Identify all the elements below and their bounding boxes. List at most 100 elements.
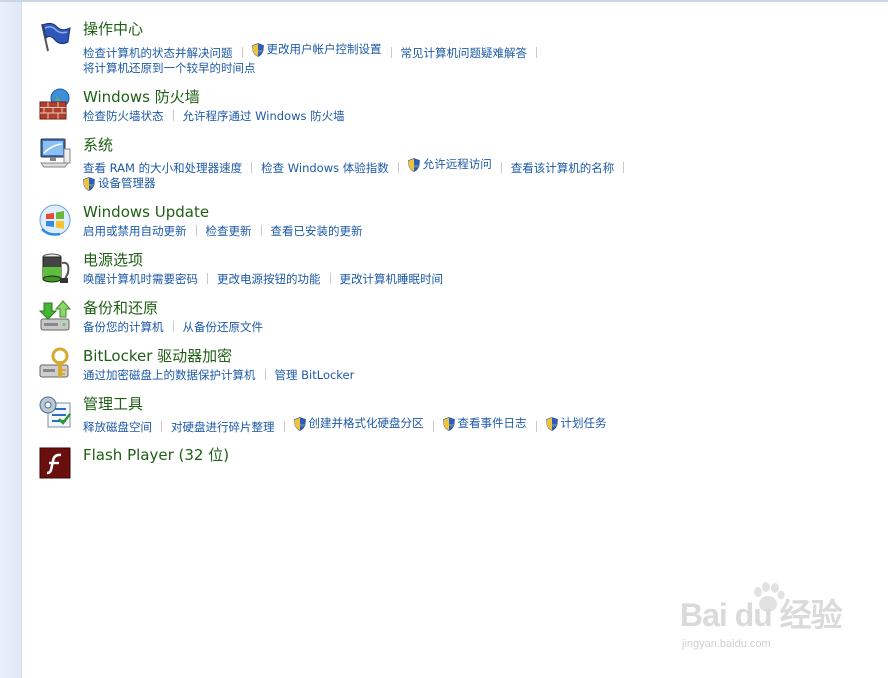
task-link-label: 创建并格式化硬盘分区 bbox=[308, 416, 424, 430]
task-link[interactable]: 更改计算机睡眠时间 bbox=[340, 272, 444, 287]
task-link-label: 更改用户帐户控制设置 bbox=[266, 42, 382, 56]
task-link[interactable]: 从备份还原文件 bbox=[183, 320, 264, 335]
section-title-firewall[interactable]: Windows 防火墙 bbox=[83, 88, 200, 106]
flag-icon[interactable] bbox=[38, 20, 72, 54]
link-row: 备份您的计算机 从备份还原文件 bbox=[83, 320, 263, 335]
link-separator bbox=[172, 321, 174, 332]
link-separator bbox=[536, 46, 537, 58]
link-row: 唤醒计算机时需要密码 更改电源按钮的功能 更改计算机睡眠时间 bbox=[83, 272, 443, 287]
section-title-bitlocker[interactable]: BitLocker 驱动器加密 bbox=[83, 347, 232, 365]
task-link-label: 通过加密磁盘上的数据保护计算机 bbox=[83, 368, 256, 382]
task-link-label: 将计算机还原到一个较早的时间点 bbox=[83, 61, 256, 75]
uac-shield-icon bbox=[293, 416, 306, 431]
task-link[interactable]: 启用或禁用自动更新 bbox=[83, 224, 187, 239]
task-link-label: 查看 RAM 的大小和处理器速度 bbox=[83, 160, 243, 175]
link-row: 检查计算机的状态并解决问题 更改用户帐户控制设置 常见计算机问题疑难解答 bbox=[83, 42, 546, 61]
task-link[interactable]: 通过加密磁盘上的数据保护计算机 bbox=[83, 368, 256, 383]
backup-restore-icon[interactable] bbox=[38, 299, 72, 333]
link-separator bbox=[172, 110, 174, 121]
link-separator bbox=[397, 161, 399, 173]
link-separator bbox=[260, 225, 262, 236]
link-row: 查看 RAM 的大小和处理器速度 检查 Windows 体验指数 允许远程访问 查看该… bbox=[83, 157, 633, 176]
left-navigation-pane bbox=[0, 2, 22, 678]
task-link-label: 更改计算机睡眠时间 bbox=[339, 272, 444, 286]
task-link[interactable]: 查看已安装的更新 bbox=[271, 224, 363, 239]
task-link[interactable]: 计划任务 bbox=[545, 416, 607, 431]
task-link[interactable]: 检查计算机的状态并解决问题 bbox=[83, 46, 233, 61]
link-row: 将计算机还原到一个较早的时间点 bbox=[83, 61, 256, 76]
section-title-admin-tools[interactable]: 管理工具 bbox=[83, 395, 143, 413]
task-link-label: 检查防火墙状态 bbox=[83, 109, 164, 123]
task-link[interactable]: 检查 Windows 体验指数 bbox=[261, 161, 389, 176]
task-link[interactable]: 管理 BitLocker bbox=[275, 368, 355, 383]
link-separator bbox=[329, 273, 331, 284]
task-link[interactable]: 检查防火墙状态 bbox=[83, 109, 164, 124]
task-link[interactable]: 检查更新 bbox=[206, 224, 252, 239]
task-link-label: 允许程序通过 Windows 防火墙 bbox=[182, 109, 345, 123]
task-link[interactable]: 对硬盘进行碎片整理 bbox=[171, 420, 275, 435]
section-title-power[interactable]: 电源选项 bbox=[83, 251, 143, 269]
task-link[interactable]: 释放磁盘空间 bbox=[83, 420, 152, 435]
task-link[interactable]: 查看该计算机的名称 bbox=[511, 161, 615, 176]
task-link[interactable]: 唤醒计算机时需要密码 bbox=[83, 272, 198, 287]
link-separator bbox=[161, 420, 162, 432]
uac-shield-icon bbox=[83, 176, 95, 191]
link-separator bbox=[390, 46, 392, 58]
task-link[interactable]: 更改用户帐户控制设置 bbox=[251, 42, 382, 57]
uac-shield-icon bbox=[407, 157, 420, 172]
task-link-label: 允许远程访问 bbox=[422, 157, 492, 171]
task-link[interactable]: 查看 RAM 的大小和处理器速度 bbox=[83, 161, 242, 176]
link-separator bbox=[623, 161, 625, 173]
system-computer-icon[interactable] bbox=[38, 136, 72, 170]
task-link-label: 释放磁盘空间 bbox=[83, 419, 152, 434]
link-separator bbox=[432, 420, 434, 432]
watermark-url: jingyan.baidu.com bbox=[682, 638, 771, 650]
section-title-system[interactable]: 系统 bbox=[83, 136, 113, 154]
task-link[interactable]: 允许远程访问 bbox=[407, 157, 492, 172]
link-separator bbox=[500, 161, 502, 173]
link-separator bbox=[535, 420, 537, 432]
section-title-windows-update[interactable]: Windows Update bbox=[83, 203, 209, 221]
section-title-flash[interactable]: Flash Player (32 位) bbox=[83, 446, 229, 464]
task-link[interactable]: 查看事件日志 bbox=[442, 416, 527, 431]
windows-update-icon[interactable] bbox=[38, 203, 72, 237]
link-separator bbox=[195, 225, 197, 236]
task-link-label: 管理 BitLocker bbox=[274, 368, 355, 382]
task-link-label: 检查计算机的状态并解决问题 bbox=[83, 45, 233, 60]
uac-shield-icon bbox=[251, 42, 264, 57]
uac-shield-icon bbox=[545, 416, 558, 431]
task-link-label: 启用或禁用自动更新 bbox=[83, 224, 187, 238]
task-link-label: 从备份还原文件 bbox=[182, 320, 264, 334]
task-link-label: 查看事件日志 bbox=[457, 416, 527, 430]
task-link-label: 唤醒计算机时需要密码 bbox=[83, 272, 198, 286]
link-row: 检查防火墙状态 允许程序通过 Windows 防火墙 bbox=[83, 109, 345, 124]
task-link[interactable]: 允许程序通过 Windows 防火墙 bbox=[183, 109, 345, 124]
link-separator bbox=[264, 369, 266, 380]
watermark-logo: Bai du 经验 bbox=[680, 597, 843, 633]
firewall-icon[interactable] bbox=[38, 88, 72, 122]
battery-power-icon[interactable] bbox=[38, 251, 72, 285]
task-link[interactable]: 常见计算机问题疑难解答 bbox=[401, 46, 528, 61]
link-separator bbox=[251, 161, 253, 173]
task-link-label: 检查更新 bbox=[205, 224, 252, 238]
baidu-jingyan-watermark: Bai du 经验 jingyan.baidu.com bbox=[680, 582, 850, 662]
task-link-label: 查看该计算机的名称 bbox=[510, 160, 615, 175]
task-link-label: 设备管理器 bbox=[98, 176, 156, 190]
task-link[interactable]: 创建并格式化硬盘分区 bbox=[293, 416, 424, 431]
task-link[interactable]: 更改电源按钮的功能 bbox=[217, 272, 321, 287]
bitlocker-key-icon[interactable] bbox=[38, 347, 72, 381]
top-border bbox=[0, 0, 888, 2]
uac-shield-icon bbox=[442, 416, 455, 431]
task-link-label: 对硬盘进行碎片整理 bbox=[171, 419, 275, 434]
admin-tools-icon[interactable] bbox=[38, 395, 72, 429]
task-link[interactable]: 备份您的计算机 bbox=[83, 320, 164, 335]
task-link[interactable]: 将计算机还原到一个较早的时间点 bbox=[83, 61, 256, 76]
link-separator bbox=[241, 46, 243, 58]
flash-player-icon[interactable] bbox=[38, 446, 72, 480]
link-row: 设备管理器 bbox=[83, 176, 156, 195]
task-link-label: 查看已安装的更新 bbox=[270, 224, 363, 238]
task-link[interactable]: 设备管理器 bbox=[83, 176, 156, 191]
section-title-backup[interactable]: 备份和还原 bbox=[83, 299, 158, 317]
task-link-label: 常见计算机问题疑难解答 bbox=[400, 45, 528, 60]
section-title-action-center[interactable]: 操作中心 bbox=[83, 20, 143, 38]
